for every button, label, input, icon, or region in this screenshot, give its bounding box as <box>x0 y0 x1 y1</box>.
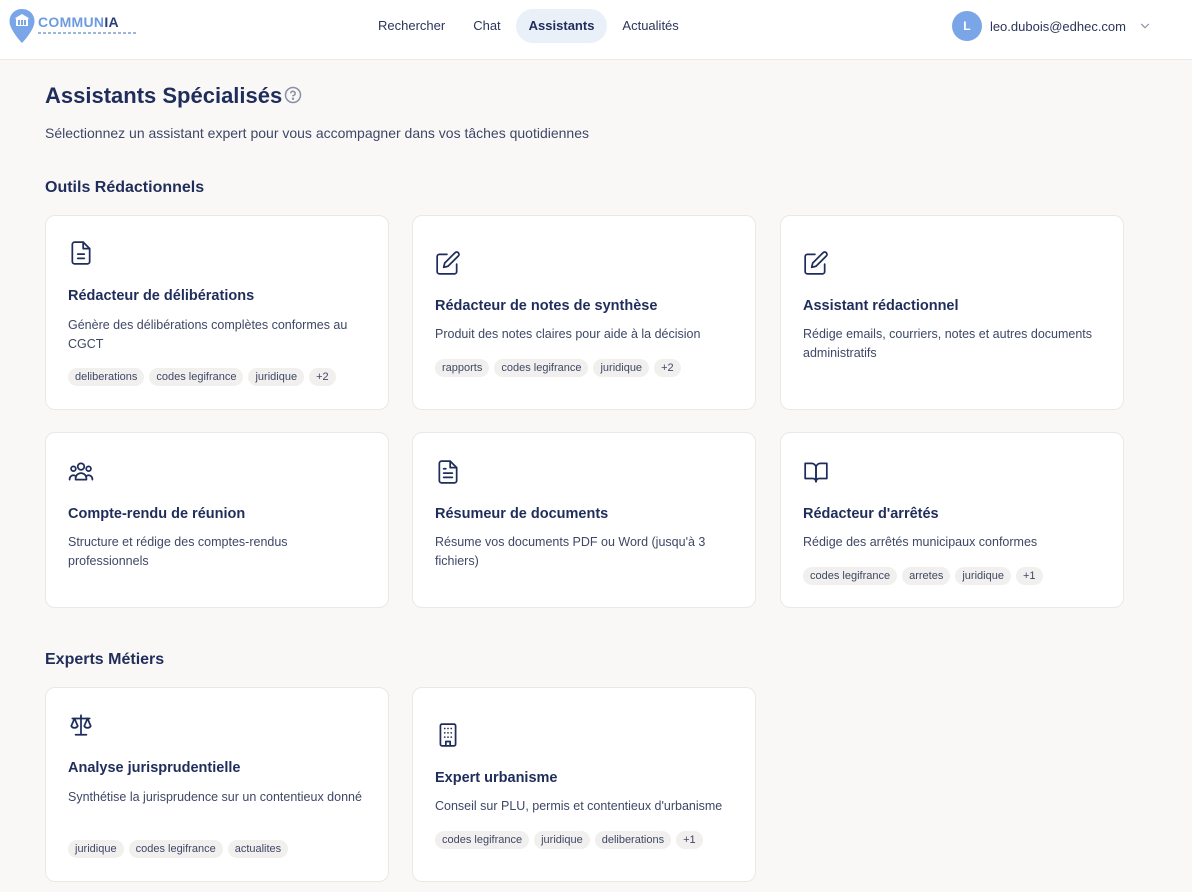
file-text-icon <box>438 460 458 484</box>
document-icon <box>71 241 91 265</box>
tag: juridique <box>955 567 1011 585</box>
card-description: Rédige emails, courriers, notes et autre… <box>803 327 1093 360</box>
tag: juridique <box>534 831 590 849</box>
tag: rapports <box>435 359 490 377</box>
tag-more: +1 <box>1015 567 1043 585</box>
tag: codes legifrance <box>149 368 244 386</box>
tag: codes legifrance <box>435 831 530 849</box>
card-tags: juridique codes legifrance actualites <box>68 840 289 858</box>
avatar: L <box>951 11 982 41</box>
card-description: Résume vos documents PDF ou Word (jusqu'… <box>435 535 706 568</box>
card-title: Expert urbanisme <box>435 770 558 786</box>
user-email: leo.dubois@edhec.com <box>989 18 1126 34</box>
assistant-card-notes-synthese[interactable]: Rédacteur de notes de synthèse Produit d… <box>412 215 756 410</box>
tag: codes legifrance <box>494 359 589 377</box>
tag: deliberations <box>68 368 145 386</box>
main-nav: Rechercher Chat Assistants Actualités <box>365 9 692 43</box>
assistant-card-arretes[interactable]: Rédacteur d'arrêtés Rédige des arrêtés m… <box>780 432 1124 608</box>
card-title: Rédacteur de délibérations <box>68 288 255 304</box>
assistant-card-urbanisme[interactable]: Expert urbanisme Conseil sur PLU, permis… <box>412 687 756 882</box>
card-description: Conseil sur PLU, permis et contentieux d… <box>435 799 723 813</box>
tab-actualites[interactable]: Actualités <box>609 9 691 43</box>
card-tags: deliberations codes legifrance juridique… <box>68 368 336 386</box>
card-title: Résumeur de documents <box>435 506 609 522</box>
card-description: Génère des délibérations complètes confo… <box>68 318 348 351</box>
scale-icon <box>70 714 92 736</box>
assistant-card-compte-rendu[interactable]: Compte-rendu de réunion Structure et réd… <box>45 432 389 608</box>
assistant-card-redactionnel[interactable]: Assistant rédactionnel Rédige emails, co… <box>780 215 1124 410</box>
card-description: Produit des notes claires pour aide à la… <box>435 327 701 341</box>
user-menu[interactable]: L leo.dubois@edhec.com <box>951 10 1152 42</box>
card-tags: codes legifrance arretes juridique +1 <box>803 567 1043 585</box>
card-tags: rapports codes legifrance juridique +2 <box>435 359 681 377</box>
tab-assistants[interactable]: Assistants <box>515 9 608 43</box>
tag: actualites <box>227 840 289 858</box>
card-description: Synthétise la jurisprudence sur un conte… <box>68 790 362 804</box>
chevron-down-icon <box>1140 23 1150 29</box>
tag: deliberations <box>594 831 672 849</box>
book-open-icon <box>804 462 828 483</box>
tag: juridique <box>248 368 305 386</box>
edit-icon <box>804 251 828 275</box>
card-title: Analyse jurisprudentielle <box>68 760 241 776</box>
assistant-card-deliberations[interactable]: Rédacteur de délibérations Génère des dé… <box>45 215 389 410</box>
users-icon <box>68 462 94 481</box>
tag-more: +1 <box>676 831 703 849</box>
card-description: Rédige des arrêtés municipaux conformes <box>803 535 1038 549</box>
card-title: Assistant rédactionnel <box>803 298 959 314</box>
tag: codes legifrance <box>803 567 898 585</box>
brand-tagline <box>38 32 138 34</box>
top-bar: COMMUNIA Rechercher Chat Assistants Actu… <box>0 0 1192 60</box>
brand-name: COMMUNIA <box>38 14 119 30</box>
location-pin-logo-icon <box>9 9 35 43</box>
card-title: Rédacteur d'arrêtés <box>803 506 939 522</box>
tag: juridique <box>68 840 124 858</box>
tag: juridique <box>593 359 650 377</box>
section-title-outils-redactionnels: Outils Rédactionnels <box>45 179 205 196</box>
building-icon <box>439 723 457 747</box>
tag: arretes <box>902 567 951 585</box>
edit-icon <box>436 251 460 275</box>
assistant-card-resumeur[interactable]: Résumeur de documents Résume vos documen… <box>412 432 756 608</box>
section-title-experts-metiers: Experts Métiers <box>45 651 165 668</box>
tag-more: +2 <box>654 359 681 377</box>
brand-logo[interactable]: COMMUNIA <box>8 8 138 44</box>
tab-chat[interactable]: Chat <box>460 9 513 43</box>
card-title: Rédacteur de notes de synthèse <box>435 298 658 314</box>
card-tags: codes legifrance juridique deliberations… <box>435 831 703 849</box>
card-title: Compte-rendu de réunion <box>68 506 246 522</box>
card-description: Structure et rédige des comptes-rendus p… <box>68 535 288 568</box>
tab-rechercher[interactable]: Rechercher <box>365 9 458 43</box>
page-title: Assistants Spécialisés <box>45 83 283 108</box>
assistant-card-jurisprudence[interactable]: Analyse jurisprudentielle Synthétise la … <box>45 687 389 882</box>
tag-more: +2 <box>309 368 336 386</box>
tag: codes legifrance <box>128 840 223 858</box>
page-subtitle: Sélectionnez un assistant expert pour vo… <box>45 125 590 141</box>
help-circle-icon[interactable] <box>284 86 302 104</box>
